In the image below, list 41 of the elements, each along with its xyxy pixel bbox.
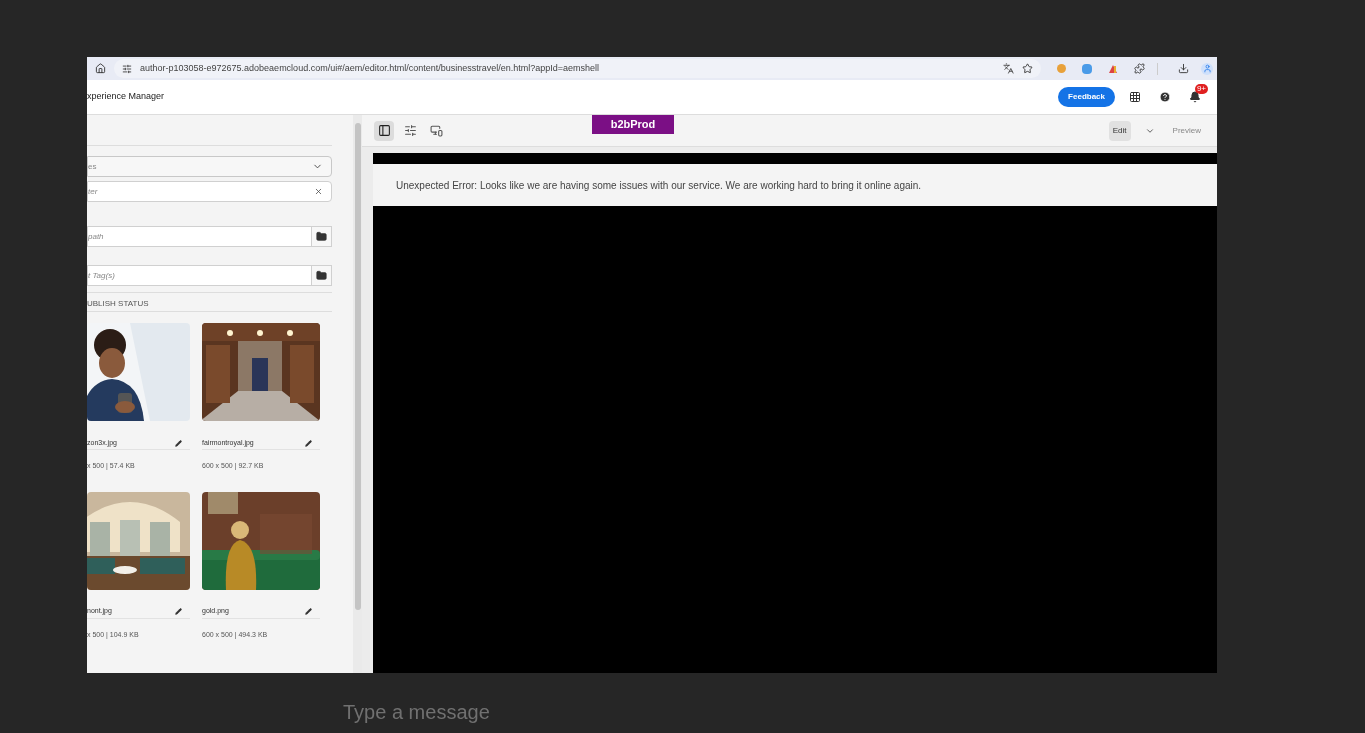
path-field[interactable]: path	[87, 226, 312, 247]
notification-bell-icon[interactable]	[1189, 91, 1201, 103]
browse-button[interactable]	[312, 265, 332, 286]
translate-icon[interactable]	[1003, 63, 1014, 74]
dropdown-value: es	[88, 160, 97, 173]
site-settings-icon[interactable]	[122, 63, 132, 74]
clear-icon[interactable]	[314, 187, 323, 196]
search-field[interactable]: ter	[87, 181, 332, 202]
feedback-button[interactable]: Feedback	[1058, 87, 1115, 107]
puzzle-icon[interactable]	[1134, 63, 1145, 74]
mode-button[interactable]: Edit	[1108, 120, 1131, 141]
folder-icon	[316, 270, 327, 281]
sliders-icon	[403, 124, 417, 137]
side-panel-icon	[377, 124, 391, 137]
home-icon[interactable]	[95, 63, 106, 74]
toolbar-button[interactable]	[374, 120, 394, 141]
url-text: author-p103058-e972675.adobeaemcloud.com/ui#/aem/editor.html/content/businesstravel/en.html?appId=aemshell	[140, 61, 601, 75]
address-bar[interactable]: author-p103058-e972675.adobeaemcloud.com/ui#/aem/editor.html/content/businesstravel/en.html?appId=aemshell	[114, 59, 1041, 78]
apps-grid-icon[interactable]	[1129, 91, 1141, 103]
environment-tag: b2bProd	[592, 115, 674, 134]
browse-button[interactable]	[312, 226, 332, 247]
edit-pencil-icon[interactable]	[305, 608, 312, 615]
devices-icon	[429, 124, 443, 137]
message-input[interactable]: Type a message	[343, 697, 513, 727]
edit-pencil-icon[interactable]	[175, 439, 182, 447]
edit-pencil-icon[interactable]	[175, 608, 182, 615]
notification-badge: 9+	[1194, 84, 1208, 94]
dropdown-field[interactable]: es	[87, 156, 332, 177]
section-label: UBLISH STATUS	[87, 298, 150, 309]
app-title: xperience Manager	[87, 90, 166, 104]
folder-icon	[316, 231, 327, 242]
edit-pencil-icon[interactable]	[305, 439, 312, 447]
search-input[interactable]: ter	[88, 185, 314, 198]
path-field[interactable]: t Tag(s)	[87, 265, 312, 286]
bookmark-star-icon[interactable]	[1022, 63, 1033, 74]
error-message: Unexpected Error: Looks like we are having some issues with our service. We are working hard to bring it online again.	[396, 178, 922, 193]
mode-button[interactable]: Preview	[1168, 120, 1205, 141]
download-icon[interactable]	[1178, 63, 1189, 74]
chart-extension-icon[interactable]	[1108, 63, 1118, 74]
panel-scrollbar[interactable]	[353, 115, 362, 673]
help-icon[interactable]	[1159, 91, 1171, 103]
